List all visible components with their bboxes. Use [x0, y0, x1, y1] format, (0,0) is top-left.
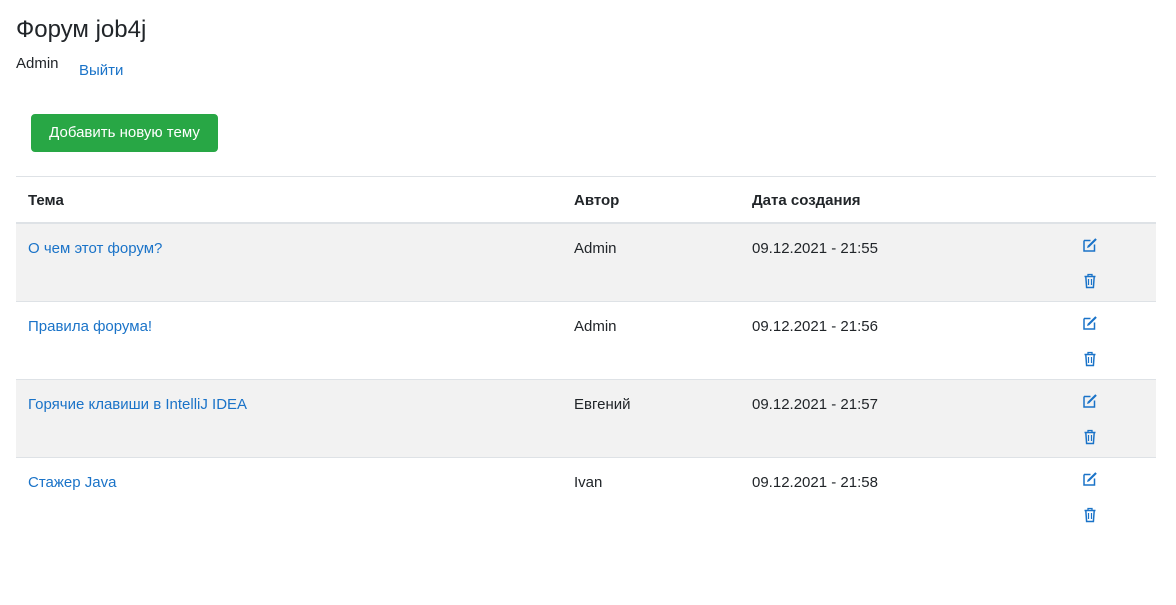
author-cell: Admin [574, 240, 617, 257]
author-cell: Ivan [574, 474, 603, 491]
topic-link[interactable]: О чем этот форум? [28, 240, 162, 257]
page-title: Форум job4j [16, 16, 147, 43]
edit-icon[interactable] [1082, 315, 1098, 331]
topic-link[interactable]: Стажер Java [28, 474, 116, 491]
add-topic-button[interactable]: Добавить новую тему [31, 114, 218, 152]
date-cell: 09.12.2021 - 21:56 [752, 318, 878, 335]
trash-icon[interactable] [1082, 429, 1098, 445]
date-cell: 09.12.2021 - 21:58 [752, 474, 878, 491]
table-header: Тема Автор Дата создания [16, 177, 1156, 224]
topics-table: Тема Автор Дата создания О чем этот фору… [16, 176, 1156, 536]
topic-cell: Правила форума! [28, 317, 152, 337]
topic-cell: Горячие клавиши в IntelliJ IDEA [28, 395, 247, 415]
edit-icon[interactable] [1082, 471, 1098, 487]
trash-icon[interactable] [1082, 273, 1098, 289]
topic-cell: Стажер Java [28, 473, 116, 493]
logout-link[interactable]: Выйти [79, 61, 123, 81]
topic-link[interactable]: Правила форума! [28, 318, 152, 335]
topic-link[interactable]: Горячие клавиши в IntelliJ IDEA [28, 396, 247, 413]
table-row: Правила форума! Admin 09.12.2021 - 21:56 [16, 302, 1156, 380]
table-row: Горячие клавиши в IntelliJ IDEA Евгений … [16, 380, 1156, 458]
date-cell: 09.12.2021 - 21:57 [752, 396, 878, 413]
edit-icon[interactable] [1082, 237, 1098, 253]
edit-icon[interactable] [1082, 393, 1098, 409]
author-cell: Admin [574, 318, 617, 335]
table-row: О чем этот форум? Admin 09.12.2021 - 21:… [16, 224, 1156, 302]
current-username: Admin [16, 55, 59, 72]
table-row: Стажер Java Ivan 09.12.2021 - 21:58 [16, 458, 1156, 536]
column-header-author: Автор [574, 192, 620, 209]
trash-icon[interactable] [1082, 507, 1098, 523]
trash-icon[interactable] [1082, 351, 1098, 367]
date-cell: 09.12.2021 - 21:55 [752, 240, 878, 257]
column-header-topic: Тема [28, 192, 64, 209]
author-cell: Евгений [574, 396, 631, 413]
column-header-date: Дата создания [752, 192, 861, 209]
topic-cell: О чем этот форум? [28, 239, 162, 259]
